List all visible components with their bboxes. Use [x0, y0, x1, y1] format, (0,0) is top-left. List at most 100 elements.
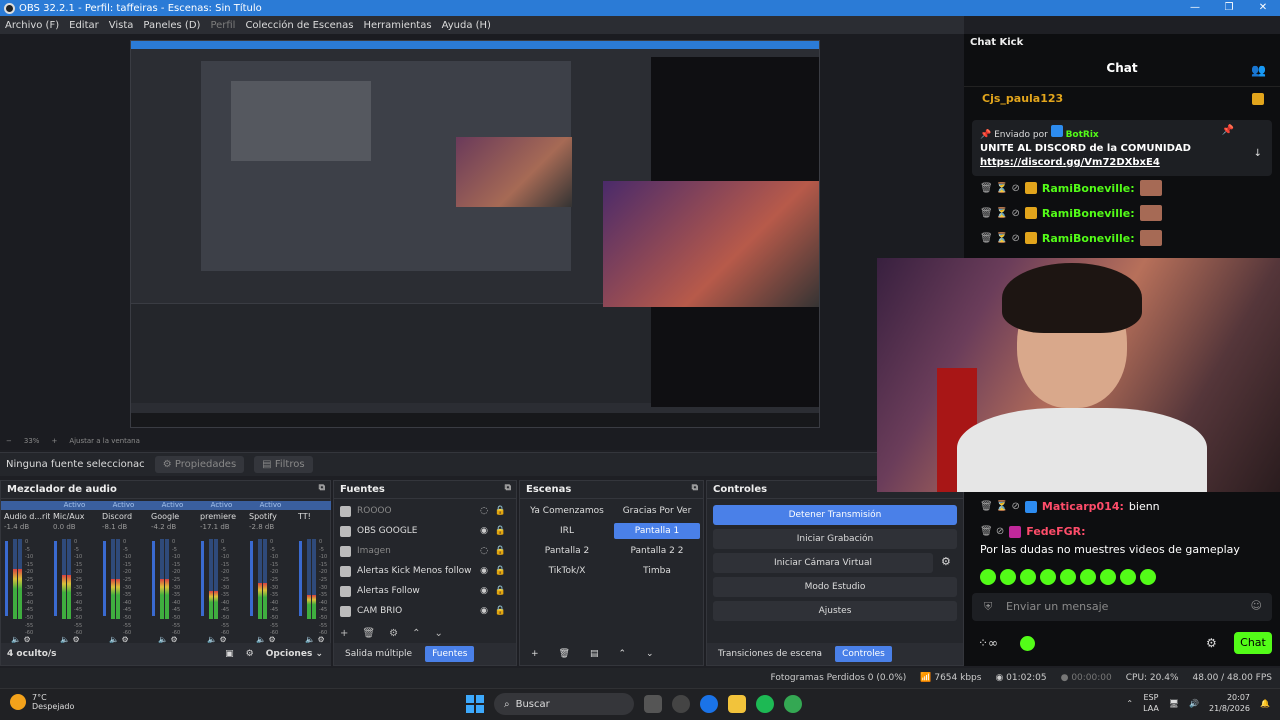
scene-item[interactable]: Pantalla 2 2: [614, 543, 700, 559]
start-virtual-camera-button[interactable]: Iniciar Cámara Virtual: [713, 553, 933, 573]
settings-button[interactable]: Ajustes: [713, 601, 957, 621]
layout-icon[interactable]: ▣: [225, 649, 234, 659]
studio-mode-button[interactable]: Modo Estudio: [713, 577, 957, 597]
chat-extras-icon[interactable]: ⁘∞: [978, 636, 998, 650]
zoom-level[interactable]: 33%: [24, 437, 40, 445]
volume-icon[interactable]: 🔊: [1189, 699, 1199, 708]
advanced-audio-icon[interactable]: ⚙: [246, 649, 254, 659]
clock[interactable]: 20:07 21/8/2026: [1209, 692, 1250, 714]
chat-send-button[interactable]: Chat: [1234, 632, 1272, 654]
task-view-icon[interactable]: [644, 695, 662, 713]
visibility-eye-icon[interactable]: ◉: [480, 586, 488, 596]
notifications-icon[interactable]: 🔔: [1260, 699, 1270, 708]
track-name[interactable]: Google: [148, 512, 197, 521]
track-name[interactable]: TT!: [295, 512, 331, 521]
track-name[interactable]: premiere: [197, 512, 246, 521]
move-up-icon[interactable]: ⌃: [412, 628, 420, 639]
scene-item[interactable]: IRL: [524, 523, 610, 539]
scene-item[interactable]: Ya Comenzamos: [524, 503, 610, 519]
network-icon[interactable]: 🖥: [1169, 699, 1179, 708]
menu-profile[interactable]: Perfil: [210, 20, 235, 31]
scene-item[interactable]: Pantalla 1: [614, 523, 700, 539]
start-recording-button[interactable]: Iniciar Grabación: [713, 529, 957, 549]
menu-file[interactable]: Archivo (F): [5, 20, 59, 31]
source-item[interactable]: Imagen ◌ 🔒: [334, 541, 516, 561]
pin-icon[interactable]: 📌: [1222, 125, 1234, 136]
zoom-minus-icon[interactable]: −: [6, 437, 12, 445]
scene-item[interactable]: Gracias Por Ver: [614, 503, 700, 519]
source-item[interactable]: CAM BRIO ◉ 🔒: [334, 601, 516, 621]
menu-help[interactable]: Ayuda (H): [442, 20, 491, 31]
menu-tools[interactable]: Herramientas: [363, 20, 431, 31]
mod-tools-icon[interactable]: 🗑 ⊘: [980, 526, 1004, 537]
source-settings-icon[interactable]: ⚙: [389, 628, 398, 639]
emoji-icon[interactable]: ☺: [1251, 599, 1262, 612]
mod-tools-icon[interactable]: 🗑 ⏳ ⊘: [980, 208, 1020, 219]
chat-top-user[interactable]: Cjs_paula123: [982, 92, 1063, 105]
menu-docks[interactable]: Paneles (D): [143, 20, 200, 31]
close-button[interactable]: ✕: [1246, 0, 1280, 16]
zoom-plus-icon[interactable]: +: [51, 437, 57, 445]
volume-slider[interactable]: [201, 541, 204, 616]
chat-username[interactable]: RamiBoneville:: [1042, 182, 1135, 195]
scene-down-icon[interactable]: ⌄: [639, 646, 661, 662]
language-indicator[interactable]: ESP LAA: [1143, 692, 1159, 714]
undock-icon[interactable]: ⧉: [692, 483, 698, 493]
undock-icon[interactable]: ⧉: [319, 483, 325, 493]
gift-badge-icon[interactable]: [1252, 93, 1264, 105]
menu-edit[interactable]: Editar: [69, 20, 99, 31]
spotify-icon[interactable]: [756, 695, 774, 713]
obs-taskbar-icon[interactable]: [672, 695, 690, 713]
menu-scene-collection[interactable]: Colección de Escenas: [245, 20, 353, 31]
remove-source-icon[interactable]: 🗑: [362, 628, 375, 639]
visibility-eye-icon[interactable]: ◉: [480, 606, 488, 616]
visibility-eye-icon[interactable]: ◉: [480, 566, 488, 576]
scene-up-icon[interactable]: ⌃: [612, 646, 634, 662]
scene-item[interactable]: TikTok/X: [524, 563, 610, 579]
visibility-eye-icon[interactable]: ◌: [480, 506, 488, 516]
filters-button[interactable]: ▤ Filtros: [254, 456, 313, 473]
collapse-icon[interactable]: ↓: [1254, 148, 1262, 159]
lock-icon[interactable]: 🔒: [495, 566, 506, 576]
lock-icon[interactable]: 🔒: [495, 606, 506, 616]
source-item[interactable]: Alertas Follow ◉ 🔒: [334, 581, 516, 601]
mixer-options-button[interactable]: Opciones ⌄: [266, 649, 323, 659]
scene-filters-icon[interactable]: ▤: [583, 646, 606, 662]
tab-multiview[interactable]: Salida múltiple: [338, 646, 419, 662]
move-down-icon[interactable]: ⌄: [434, 628, 442, 639]
track-name[interactable]: Mic/Aux: [50, 512, 99, 521]
kick-logo-icon[interactable]: [1020, 636, 1035, 651]
volume-slider[interactable]: [152, 541, 155, 616]
pinned-link[interactable]: https://discord.gg/Vm72DXbxE4: [980, 157, 1160, 168]
source-item[interactable]: ROOOO ◌ 🔒: [334, 501, 516, 521]
add-source-icon[interactable]: +: [340, 628, 348, 639]
volume-slider[interactable]: [250, 541, 253, 616]
virtual-camera-settings-icon[interactable]: ⚙: [941, 555, 951, 568]
people-icon[interactable]: 👥: [1251, 63, 1266, 77]
chrome-icon[interactable]: [700, 695, 718, 713]
lock-icon[interactable]: 🔒: [495, 546, 506, 556]
chat-username[interactable]: Maticarp014:: [1042, 500, 1124, 513]
chrome-profile-icon[interactable]: [784, 695, 802, 713]
undock-icon[interactable]: ⧉: [505, 483, 511, 493]
add-scene-icon[interactable]: +: [524, 646, 546, 662]
stop-stream-button[interactable]: Detener Transmisión: [713, 505, 957, 525]
file-explorer-icon[interactable]: [728, 695, 746, 713]
track-name[interactable]: Spotify: [246, 512, 295, 521]
tab-sources[interactable]: Fuentes: [425, 646, 475, 662]
volume-slider[interactable]: [54, 541, 57, 616]
taskbar-search[interactable]: ⌕ Buscar: [494, 693, 634, 715]
source-item[interactable]: Alertas Kick Menos follow ◉ 🔒: [334, 561, 516, 581]
chat-username[interactable]: RamiBoneville:: [1042, 232, 1135, 245]
chat-username[interactable]: FedeFGR:: [1026, 525, 1085, 538]
chat-settings-icon[interactable]: ⚙: [1206, 636, 1217, 650]
menu-view[interactable]: Vista: [109, 20, 134, 31]
chat-username[interactable]: RamiBoneville:: [1042, 207, 1135, 220]
mod-tools-icon[interactable]: 🗑 ⏳ ⊘: [980, 501, 1020, 512]
volume-slider[interactable]: [103, 541, 106, 616]
source-item[interactable]: OBS GOOGLE ◉ 🔒: [334, 521, 516, 541]
chat-message-input[interactable]: ⛨ Enviar un mensaje ☺: [972, 593, 1272, 621]
remove-scene-icon[interactable]: 🗑: [552, 646, 577, 662]
mod-tools-icon[interactable]: 🗑 ⏳ ⊘: [980, 183, 1020, 194]
scene-item[interactable]: Pantalla 2: [524, 543, 610, 559]
